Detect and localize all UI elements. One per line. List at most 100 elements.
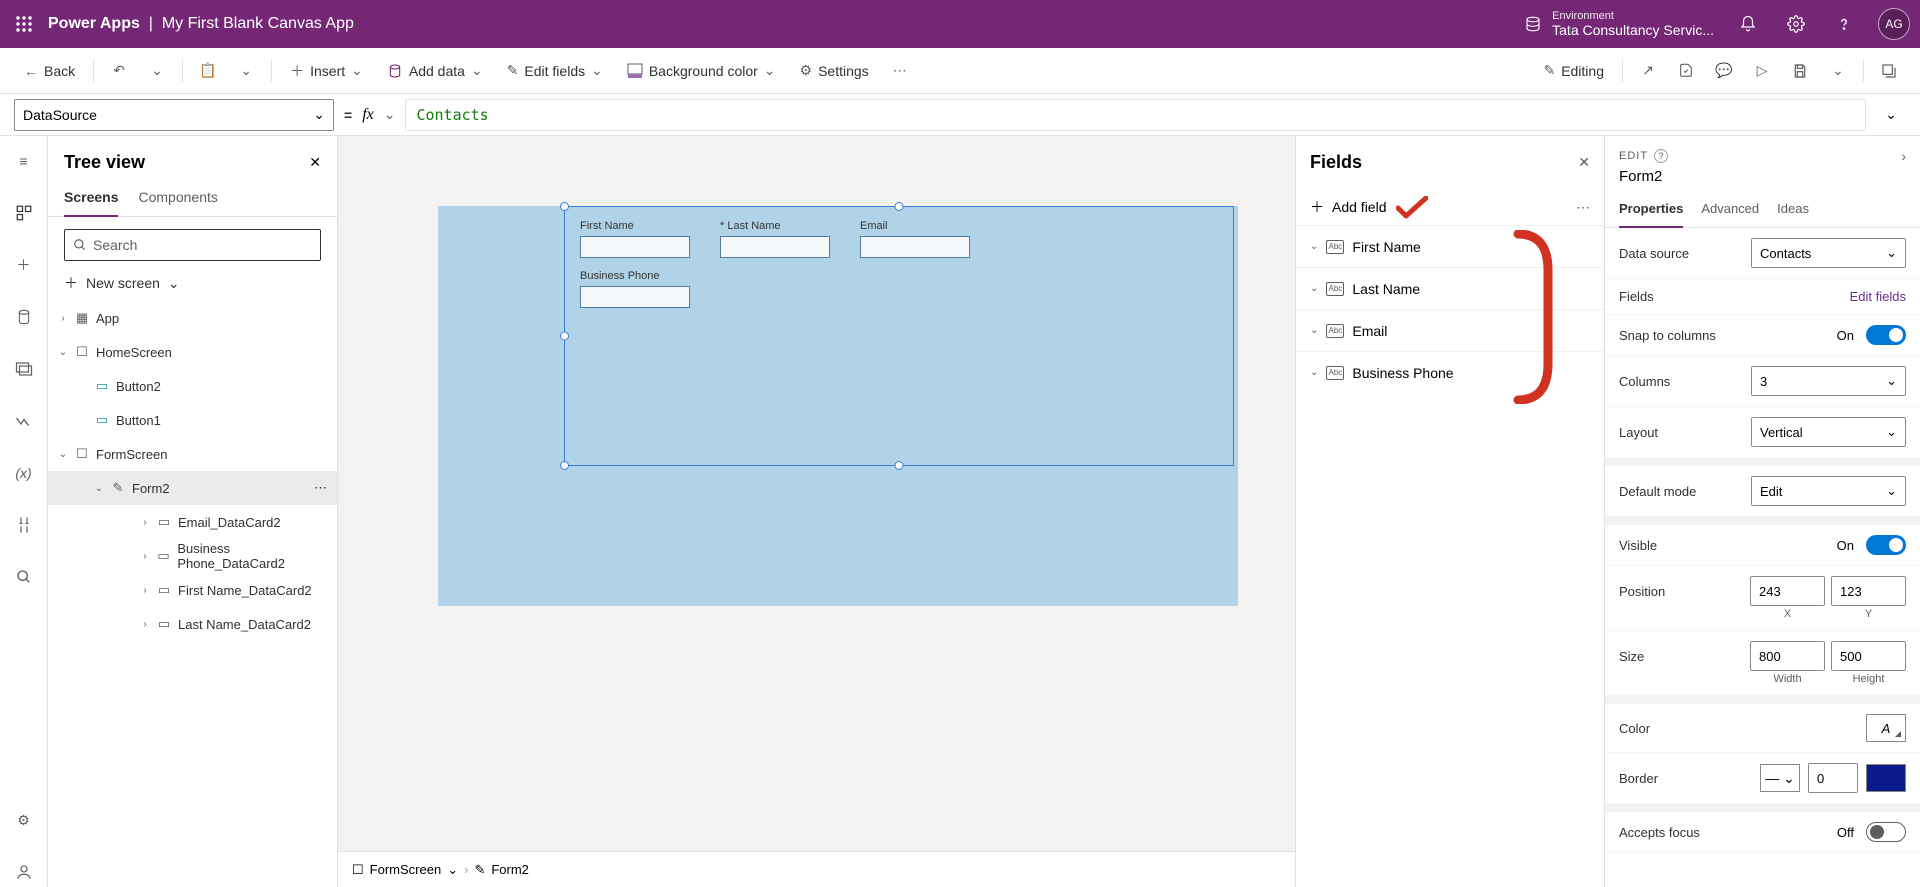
settings-icon[interactable]: [1772, 0, 1820, 48]
datasource-dropdown[interactable]: Contacts⌄: [1751, 238, 1906, 268]
snap-toggle[interactable]: [1866, 325, 1906, 345]
position-x-input[interactable]: [1750, 576, 1825, 606]
visible-toggle[interactable]: [1866, 535, 1906, 555]
card-input[interactable]: [720, 236, 830, 258]
paste-dropdown[interactable]: ⌄: [229, 56, 263, 85]
tree-item-homescreen[interactable]: ⌄☐HomeScreen: [48, 335, 337, 369]
add-data-button[interactable]: Add data⌄: [377, 56, 493, 85]
undo-button[interactable]: ↶: [102, 56, 136, 85]
card-input[interactable]: [580, 286, 690, 308]
tree-item-app[interactable]: ›▦App: [48, 301, 337, 335]
rail-virtualagent-icon[interactable]: [0, 857, 48, 887]
expand-formula-bar[interactable]: ⌄: [1876, 106, 1906, 123]
tree-item-button1[interactable]: ▭Button1: [48, 403, 337, 437]
border-width-input[interactable]: [1808, 763, 1858, 793]
tree-item-formscreen[interactable]: ⌄☐FormScreen: [48, 437, 337, 471]
rail-tree-icon[interactable]: [0, 198, 48, 228]
app-launcher-icon[interactable]: [0, 15, 48, 33]
paste-button[interactable]: 📋: [191, 56, 225, 85]
save-button[interactable]: [1783, 57, 1817, 85]
undo-dropdown[interactable]: ⌄: [140, 56, 174, 85]
environment-picker[interactable]: Environment Tata Consultancy Servic...: [1524, 10, 1714, 38]
settings-button[interactable]: ⚙Settings: [790, 56, 879, 85]
help-icon[interactable]: [1820, 0, 1868, 48]
rail-search-icon[interactable]: [0, 562, 48, 592]
command-bar: ←Back ↶ ⌄ 📋 ⌄ ＋Insert⌄ Add data⌄ ✎Edit f…: [0, 48, 1920, 94]
tree-item-last-datacard[interactable]: ›▭Last Name_DataCard2: [48, 607, 337, 641]
rail-flows-icon[interactable]: [0, 406, 48, 436]
layout-dropdown[interactable]: Vertical⌄: [1751, 417, 1906, 447]
app-checker-button[interactable]: [1669, 57, 1703, 85]
breadcrumb-form[interactable]: ✎Form2: [474, 862, 528, 878]
position-y-input[interactable]: [1831, 576, 1906, 606]
overflow-button[interactable]: ⋯: [883, 56, 917, 85]
insert-button[interactable]: ＋Insert⌄: [280, 55, 373, 87]
size-height-input[interactable]: [1831, 641, 1906, 671]
tab-advanced[interactable]: Advanced: [1701, 195, 1759, 227]
resize-handle[interactable]: [560, 202, 569, 211]
expand-pane-icon[interactable]: ›: [1901, 148, 1906, 164]
preview-button[interactable]: ▷: [1745, 56, 1779, 85]
rail-tools-icon[interactable]: [0, 510, 48, 540]
rail-insert-icon[interactable]: ＋: [0, 250, 48, 280]
resize-handle[interactable]: [895, 202, 904, 211]
border-color-swatch[interactable]: [1866, 764, 1906, 792]
edit-fields-button[interactable]: ✎Edit fields⌄: [497, 56, 613, 85]
property-dropdown[interactable]: DataSource ⌄: [14, 99, 334, 131]
card-input[interactable]: [860, 236, 970, 258]
new-screen-button[interactable]: ＋ New screen ⌄: [64, 273, 321, 293]
prop-border: Border — ⌄: [1605, 753, 1920, 804]
canvas-screen[interactable]: First Name Last Name Email Business Phon…: [438, 206, 1238, 606]
help-icon[interactable]: ?: [1654, 149, 1668, 163]
tree-item-button2[interactable]: ▭Button2: [48, 369, 337, 403]
rail-variables-icon[interactable]: (x): [0, 458, 48, 488]
notifications-icon[interactable]: [1724, 0, 1772, 48]
columns-dropdown[interactable]: 3⌄: [1751, 366, 1906, 396]
back-button[interactable]: ←Back: [14, 57, 85, 85]
tree-search[interactable]: Search: [64, 229, 321, 261]
accepts-focus-toggle[interactable]: [1866, 822, 1906, 842]
rail-media-icon[interactable]: [0, 354, 48, 384]
add-field-button[interactable]: ＋ Add field: [1296, 189, 1400, 225]
size-width-input[interactable]: [1750, 641, 1825, 671]
border-style-dropdown[interactable]: — ⌄: [1760, 764, 1800, 792]
publish-button[interactable]: [1872, 57, 1906, 85]
tab-screens[interactable]: Screens: [64, 181, 118, 217]
tree-item-email-datacard[interactable]: ›▭Email_DataCard2: [48, 505, 337, 539]
resize-handle[interactable]: [895, 461, 904, 470]
datacard-email[interactable]: Email: [860, 220, 970, 258]
tab-ideas[interactable]: Ideas: [1777, 195, 1809, 227]
datacard-phone[interactable]: Business Phone: [580, 270, 690, 308]
rail-settings-icon[interactable]: ⚙: [0, 805, 48, 835]
comments-button[interactable]: 💬: [1707, 56, 1741, 85]
tree-item-form2[interactable]: ⌄✎Form2⋯: [48, 471, 337, 505]
more-icon[interactable]: ⋯: [314, 480, 327, 496]
editing-mode-button[interactable]: ✎Editing: [1533, 56, 1614, 85]
close-icon[interactable]: ✕: [309, 154, 321, 171]
formula-input[interactable]: [405, 99, 1866, 131]
rail-hamburger-icon[interactable]: ≡: [0, 146, 48, 176]
more-icon[interactable]: ⋯: [1576, 199, 1604, 216]
tab-components[interactable]: Components: [138, 181, 217, 216]
chevron-down-icon: ⌄: [1310, 325, 1318, 336]
edit-fields-link[interactable]: Edit fields: [1850, 289, 1906, 304]
defaultmode-dropdown[interactable]: Edit⌄: [1751, 476, 1906, 506]
resize-handle[interactable]: [560, 332, 569, 341]
color-fx-button[interactable]: A: [1866, 714, 1906, 742]
datacard-last-name[interactable]: Last Name: [720, 220, 830, 258]
canvas-area[interactable]: First Name Last Name Email Business Phon…: [338, 136, 1295, 887]
breadcrumb-screen[interactable]: ☐FormScreen⌄: [352, 862, 458, 878]
prop-color: Color A: [1605, 696, 1920, 753]
user-avatar[interactable]: AG: [1878, 8, 1910, 40]
datacard-first-name[interactable]: First Name: [580, 220, 690, 258]
bgcolor-button[interactable]: Background color⌄: [617, 56, 786, 85]
rail-data-icon[interactable]: [0, 302, 48, 332]
tab-properties[interactable]: Properties: [1619, 195, 1683, 228]
tree-item-phone-datacard[interactable]: ›▭Business Phone_DataCard2: [48, 539, 337, 573]
tree-item-first-datacard[interactable]: ›▭First Name_DataCard2: [48, 573, 337, 607]
card-input[interactable]: [580, 236, 690, 258]
close-icon[interactable]: ✕: [1578, 154, 1590, 171]
resize-handle[interactable]: [560, 461, 569, 470]
share-button[interactable]: ↗: [1631, 56, 1665, 85]
save-dropdown[interactable]: ⌄: [1821, 56, 1855, 85]
